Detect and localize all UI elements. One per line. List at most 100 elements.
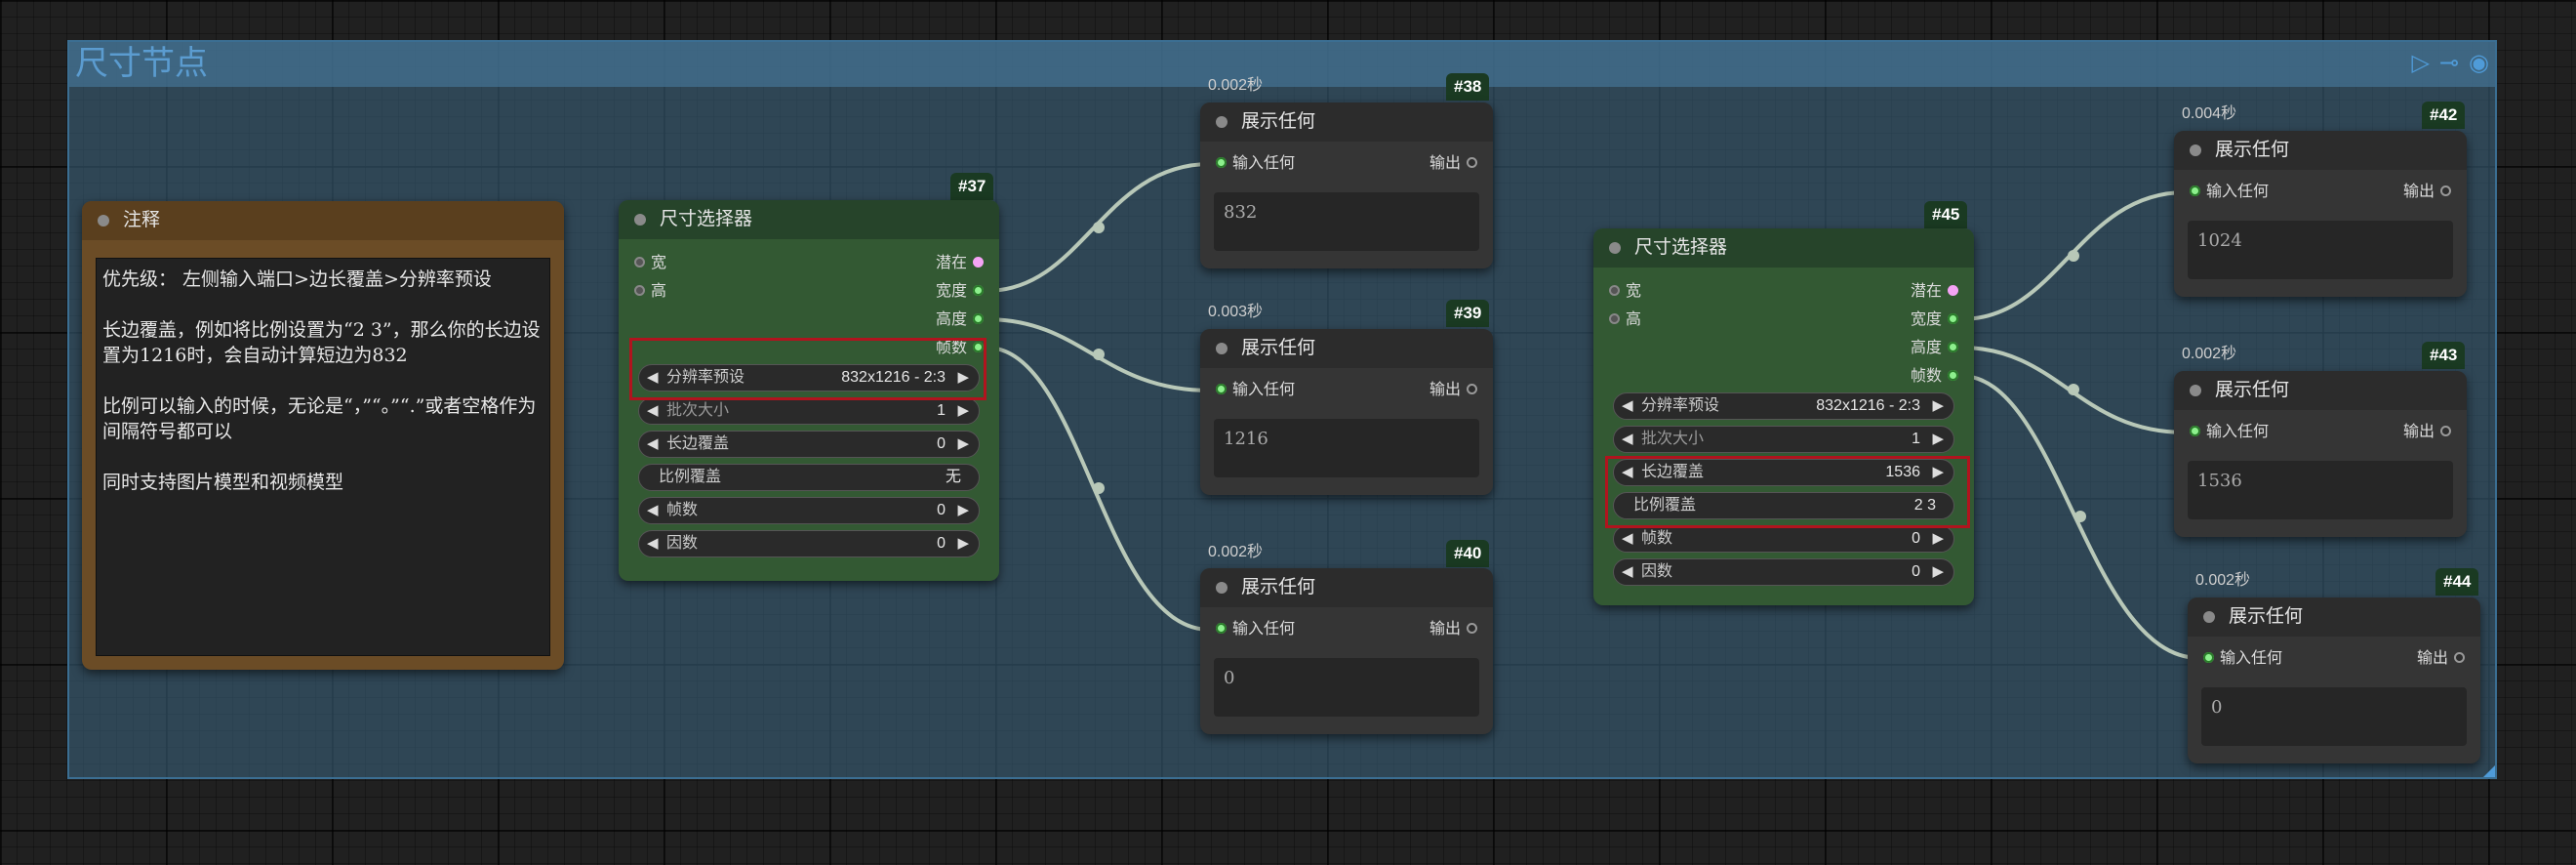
node-title: 展示任何	[2229, 606, 2304, 627]
output-port-latent[interactable]	[1948, 285, 1958, 297]
increment-arrow-icon[interactable]: ▶	[957, 531, 969, 556]
input-port-height[interactable]	[634, 285, 645, 297]
collapse-dot-icon[interactable]	[2190, 144, 2201, 156]
decrement-arrow-icon[interactable]: ◀	[1622, 526, 1633, 552]
increment-arrow-icon[interactable]: ▶	[957, 398, 969, 424]
batch-size-stepper[interactable]: ◀ 批次大小 1 ▶	[638, 397, 980, 425]
input-port-any[interactable]	[1216, 157, 1227, 169]
input-port-width[interactable]	[1609, 285, 1620, 297]
input-label: 输入任何	[2206, 184, 2270, 200]
output-port-height[interactable]	[1948, 342, 1958, 353]
output-port-any[interactable]	[2440, 185, 2451, 197]
output-port-any[interactable]	[1467, 623, 1477, 635]
widget-label: 分辨率预设	[1641, 397, 1720, 414]
widget-label: 比例覆盖	[659, 469, 722, 485]
output-port-any[interactable]	[1467, 157, 1477, 169]
show-any-node-39[interactable]: 展示任何 输入任何 输出 1216	[1200, 329, 1493, 495]
increment-arrow-icon[interactable]: ▶	[1932, 393, 1944, 419]
factor-stepper[interactable]: ◀ 因数 0 ▶	[638, 530, 980, 557]
input-port-any[interactable]	[2203, 652, 2214, 664]
io-row: 高 宽度	[1593, 308, 1974, 333]
increment-arrow-icon[interactable]: ▶	[957, 432, 969, 457]
decrement-arrow-icon[interactable]: ◀	[1622, 393, 1633, 419]
collapse-dot-icon[interactable]	[2190, 385, 2201, 396]
collapse-dot-icon[interactable]	[1609, 242, 1621, 254]
resolution-preset-combo[interactable]: ◀ 分辨率预设 832x1216 - 2:3 ▶	[1613, 392, 1954, 420]
collapse-dot-icon[interactable]	[1216, 343, 1228, 354]
collapse-dot-icon[interactable]	[634, 214, 646, 226]
increment-arrow-icon[interactable]: ▶	[1932, 559, 1944, 585]
output-port-any[interactable]	[2454, 652, 2465, 664]
output-port-height[interactable]	[973, 313, 984, 325]
node-title-bar[interactable]: 展示任何	[1200, 568, 1493, 607]
node-title-bar[interactable]: 尺寸选择器	[619, 200, 999, 239]
widget-label: 帧数	[666, 502, 699, 518]
input-port-any[interactable]	[1216, 623, 1227, 635]
decrement-arrow-icon[interactable]: ◀	[647, 432, 659, 457]
input-port-any[interactable]	[2190, 426, 2200, 437]
node-title: 展示任何	[1241, 338, 1316, 358]
io-row: 输入任何 输出	[1200, 151, 1493, 177]
increment-arrow-icon[interactable]: ▶	[957, 498, 969, 523]
output-text-box[interactable]: 0	[2201, 687, 2467, 746]
decrement-arrow-icon[interactable]: ◀	[1622, 427, 1633, 452]
note-node[interactable]: 注释 优先级： 左侧输入端口>边长覆盖>分辨率预设 长边覆盖，例如将比例设置为“…	[82, 201, 564, 670]
widget-label: 长边覆盖	[666, 435, 730, 452]
decrement-arrow-icon[interactable]: ◀	[1622, 559, 1633, 585]
note-title: 注释	[123, 210, 161, 230]
show-any-node-44[interactable]: 展示任何 输入任何 输出 0	[2188, 597, 2480, 763]
size-selector-node-45[interactable]: 尺寸选择器 宽 潜在 高 宽度 高度 帧数 ◀ 分辨率预设 832x1216 -…	[1593, 228, 1974, 605]
input-label: 输入任何	[2220, 650, 2283, 667]
batch-size-stepper[interactable]: ◀ 批次大小 1 ▶	[1613, 426, 1954, 453]
note-textarea[interactable]: 优先级： 左侧输入端口>边长覆盖>分辨率预设 长边覆盖，例如将比例设置为“2 3…	[96, 258, 550, 656]
node-title-bar[interactable]: 展示任何	[1200, 103, 1493, 142]
frames-stepper[interactable]: ◀ 帧数 0 ▶	[1613, 525, 1954, 553]
frames-stepper[interactable]: ◀ 帧数 0 ▶	[638, 497, 980, 524]
node-title-bar[interactable]: 展示任何	[2188, 597, 2480, 637]
decrement-arrow-icon[interactable]: ◀	[647, 498, 659, 523]
decrement-arrow-icon[interactable]: ◀	[647, 531, 659, 556]
output-text-box[interactable]: 1216	[1214, 419, 1479, 477]
output-value: 1536	[2197, 471, 2242, 491]
output-text-box[interactable]: 832	[1214, 192, 1479, 251]
increment-arrow-icon[interactable]: ▶	[1932, 427, 1944, 452]
input-port-any[interactable]	[1216, 384, 1227, 395]
wire-reroute-dot	[2068, 250, 2079, 262]
show-any-node-38[interactable]: 展示任何 输入任何 输出 832	[1200, 103, 1493, 268]
output-label: 输出	[1429, 155, 1461, 172]
output-port-width[interactable]	[973, 285, 984, 297]
note-title-bar[interactable]: 注释	[82, 201, 564, 240]
decrement-arrow-icon[interactable]: ◀	[647, 398, 659, 424]
output-port-width[interactable]	[1948, 313, 1958, 325]
output-text-box[interactable]: 0	[1214, 658, 1479, 717]
output-port-frames[interactable]	[1948, 370, 1958, 382]
node-title-bar[interactable]: 展示任何	[1200, 329, 1493, 368]
input-port-any[interactable]	[2190, 185, 2200, 197]
output-port-any[interactable]	[1467, 384, 1477, 395]
increment-arrow-icon[interactable]: ▶	[1932, 526, 1944, 552]
input-label-width: 宽	[651, 255, 667, 271]
output-value: 1024	[2197, 230, 2242, 251]
output-text-box[interactable]: 1536	[2188, 461, 2453, 519]
node-title-bar[interactable]: 尺寸选择器	[1593, 228, 1974, 268]
collapse-dot-icon[interactable]	[1216, 116, 1228, 128]
show-any-node-43[interactable]: 展示任何 输入任何 输出 1536	[2174, 371, 2467, 537]
collapse-dot-icon[interactable]	[2203, 611, 2215, 623]
output-text-box[interactable]: 1024	[2188, 221, 2453, 279]
node-title-bar[interactable]: 展示任何	[2174, 131, 2467, 170]
collapse-dot-icon[interactable]	[98, 215, 109, 227]
output-label-width: 宽度	[935, 283, 967, 300]
wire-reroute-dot	[2068, 384, 2079, 395]
factor-stepper[interactable]: ◀ 因数 0 ▶	[1613, 558, 1954, 586]
output-port-latent[interactable]	[973, 257, 984, 268]
show-any-node-42[interactable]: 展示任何 输入任何 输出 1024	[2174, 131, 2467, 297]
input-port-height[interactable]	[1609, 313, 1620, 325]
output-port-any[interactable]	[2440, 426, 2451, 437]
show-any-node-40[interactable]: 展示任何 输入任何 输出 0	[1200, 568, 1493, 734]
node-id-badge: #45	[1924, 201, 1968, 228]
collapse-dot-icon[interactable]	[1216, 582, 1228, 594]
long-side-override-stepper[interactable]: ◀ 长边覆盖 0 ▶	[638, 431, 980, 458]
ratio-override-field[interactable]: 比例覆盖 无	[638, 464, 980, 491]
node-title-bar[interactable]: 展示任何	[2174, 371, 2467, 410]
input-port-width[interactable]	[634, 257, 645, 268]
